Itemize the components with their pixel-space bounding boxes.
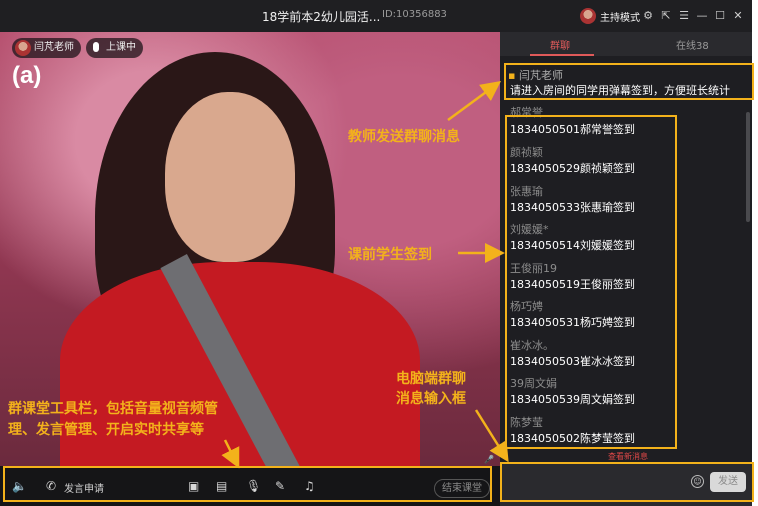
volume-icon[interactable]: 🔈 [12,479,27,493]
annotation-toolbar-line2: 理、发言管理、开启实时共享等 [8,422,204,438]
minimize-icon[interactable]: — [695,9,709,23]
chat-message-text: 1834050502陈梦莹签到 [510,432,635,445]
room-id: ID:10356883 [382,9,447,20]
chat-sender: 王俊丽19 [510,262,557,275]
class-status-chip: 上课中 [86,38,143,58]
edit-icon[interactable]: ✎ [275,479,285,493]
chat-sender: 刘媛媛* [510,223,549,236]
chat-sender-partial: 郝常誉 [510,106,543,119]
classroom-toolbar: 🔈 ✆ 发言申请 ▣ ▤ 🎙 ✎ ♫ [0,466,500,506]
annotation-student-signin: 课前学生签到 [348,247,432,263]
chat-sender: 张惠瑜 [510,185,543,198]
menu-icon[interactable]: ☰ [677,9,691,23]
maximize-icon[interactable]: ☐ [713,9,727,23]
teacher-badge-icon: ▪ [508,69,516,82]
chat-message-text: 1834050501郝常誉签到 [510,123,635,136]
music-icon[interactable]: ♫ [304,479,315,493]
chat-message-text: 1834050514刘媛媛签到 [510,239,635,252]
host-avatar[interactable] [580,8,596,24]
chat-scrollbar[interactable] [746,112,750,222]
speak-request-button[interactable]: 发言申请 [64,480,104,495]
teacher-name: 闫芃老师 [34,42,74,53]
teacher-msg-sender: ▪ 闫芃老师 [508,69,563,82]
chat-message-text: 1834050531杨巧娉签到 [510,316,635,329]
annotation-input-line2: 消息输入框 [396,391,466,407]
window-title: 18学前本2幼儿园活... [262,10,381,24]
chat-message-text: 1834050519王俊丽签到 [510,278,635,291]
app-window: 18学前本2幼儿园活... ID:10356883 主持模式 ⚙ ⇱ ☰ — ☐… [0,0,758,506]
panel-tag: (a) [12,62,42,89]
send-button[interactable]: 发送 [710,472,746,492]
tab-group-chat[interactable]: 群聊 [550,37,570,52]
chat-message-text: 1834050533张惠瑜签到 [510,201,635,214]
annotation-toolbar-line1: 群课堂工具栏，包括音量视音频管 [8,401,218,417]
class-status: 上课中 [106,42,136,53]
camera-off-icon[interactable]: ▣ [188,479,199,493]
annotation-input-line1: 电脑端群聊 [396,371,466,387]
title-bar: 18学前本2幼儿园活... ID:10356883 主持模式 ⚙ ⇱ ☰ — ☐… [0,0,752,32]
chat-message-text: 1834050529颜祯颖签到 [510,162,635,175]
chat-sender: 崔冰冰。 [510,339,554,352]
chat-tabs: 群聊 在线38 [500,32,752,56]
chat-message-text: 1834050539周文娟签到 [510,393,635,406]
chat-sender: 39周文娟 [510,377,557,390]
video-person-face [165,92,295,262]
teacher-avatar [15,40,31,56]
annotation-teacher-send: 教师发送群聊消息 [348,129,460,145]
mic-level-icon: 🎤 [484,455,494,464]
screen-share-icon[interactable]: ▤ [216,479,227,493]
teacher-name-chip: 闫芃老师 [12,38,81,58]
share-window-icon[interactable]: ⇱ [659,9,673,23]
phone-icon[interactable]: ✆ [46,479,56,493]
see-new-messages-link[interactable]: 查看新消息 [608,451,648,462]
close-icon[interactable]: ✕ [731,9,745,23]
emoji-icon[interactable]: ☺ [691,475,704,488]
active-tab-indicator [530,54,594,56]
mic-icon [93,42,99,52]
chat-message-text: 1834050503崔冰冰签到 [510,355,635,368]
mic-off-icon[interactable]: 🎙 [246,479,261,493]
chat-sender: 杨巧娉 [510,300,543,313]
end-class-button[interactable]: 结束课堂 [434,479,490,498]
settings-icon[interactable]: ⚙ [641,9,655,23]
host-mode-label[interactable]: 主持模式 [600,9,640,24]
tab-online[interactable]: 在线38 [676,37,709,52]
chat-sender: 陈梦莹 [510,416,543,429]
chat-sender: 颜祯颖 [510,146,543,159]
teacher-msg-text: 请进入房间的同学用弹幕签到，方便班长统计 [510,84,730,97]
